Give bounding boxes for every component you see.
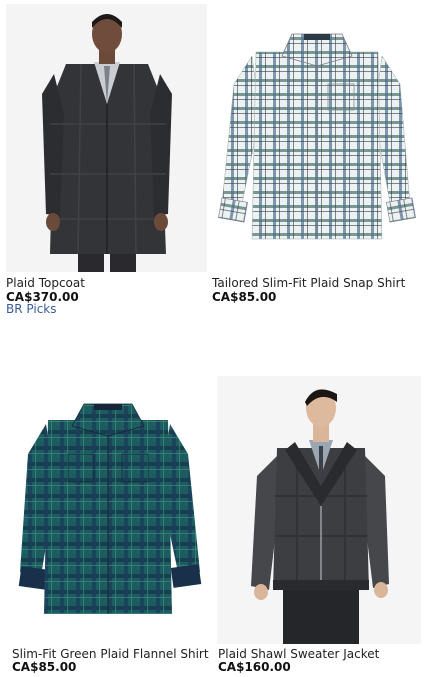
product-price: CA$85.00 (212, 290, 277, 304)
product-title[interactable]: Tailored Slim-Fit Plaid Snap Shirt (212, 276, 405, 290)
br-picks-link[interactable]: BR Picks (6, 302, 57, 316)
model-topcoat-image[interactable] (6, 4, 207, 272)
product-title[interactable]: Plaid Shawl Sweater Jacket (218, 647, 379, 661)
product-grid: Plaid Topcoat CA$370.00 BR Picks Tailore… (0, 0, 425, 677)
product-title[interactable]: Slim-Fit Green Plaid Flannel Shirt (12, 647, 209, 661)
green-flannel-shirt-image[interactable] (6, 376, 210, 644)
product-price: CA$85.00 (12, 660, 77, 674)
model-sweater-jacket-image[interactable] (217, 376, 421, 644)
product-price: CA$160.00 (218, 660, 291, 674)
product-title[interactable]: Plaid Topcoat (6, 276, 85, 290)
plaid-shirt-image[interactable] (212, 4, 422, 270)
